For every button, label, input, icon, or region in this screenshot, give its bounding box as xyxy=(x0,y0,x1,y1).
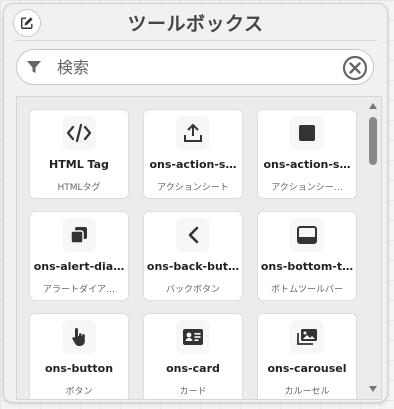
upload-icon xyxy=(184,124,202,142)
search-input[interactable] xyxy=(57,56,337,78)
component-label: アクションシート xyxy=(157,183,229,193)
vertical-scrollbar[interactable] xyxy=(368,97,379,399)
copy-icon xyxy=(70,227,87,244)
component-card-ons-action-sheet[interactable]: ons-action-s… アクションシート xyxy=(143,109,243,199)
icon-tile xyxy=(62,116,96,150)
icon-tile xyxy=(290,320,324,354)
icon-tile xyxy=(290,218,324,252)
component-name: HTML Tag xyxy=(49,158,109,171)
component-label: アラートダイア… xyxy=(42,285,115,295)
search-bar xyxy=(16,49,374,85)
scroll-down-arrow[interactable] xyxy=(369,386,377,392)
component-name: ons-card xyxy=(166,362,220,375)
component-card-ons-action-sheet-button[interactable]: ons-action-s… アクションシー… xyxy=(257,109,357,199)
icon-tile xyxy=(176,116,210,150)
code-icon xyxy=(67,123,91,143)
icon-tile xyxy=(62,218,96,252)
component-label: カード xyxy=(179,387,207,397)
component-label: アクションシー… xyxy=(271,183,343,193)
component-card-ons-bottom-toolbar[interactable]: ons-bottom-t… ボトムツールバー xyxy=(257,211,357,301)
component-list: HTML Tag HTMLタグ ons-action-s… アクションシート o… xyxy=(16,96,382,400)
icon-tile xyxy=(176,218,210,252)
scroll-thumb[interactable] xyxy=(369,117,377,165)
component-card-ons-card[interactable]: ons-card カード xyxy=(143,313,243,399)
toolbox-panel: ツールボックス HTML Tag HTMLタグ xyxy=(3,3,388,403)
square-icon xyxy=(299,125,315,141)
pointer-hand-icon xyxy=(72,328,85,346)
icon-tile xyxy=(62,320,96,354)
clear-search-icon[interactable] xyxy=(342,55,368,81)
component-name: ons-action-s… xyxy=(149,158,237,171)
component-label: HTMLタグ xyxy=(57,183,101,193)
component-card-ons-back-button[interactable]: ons-back-but… バックボタン xyxy=(143,211,243,301)
component-name: ons-button xyxy=(44,362,114,375)
scroll-up-arrow[interactable] xyxy=(369,103,377,109)
component-name: ons-bottom-t… xyxy=(260,260,354,273)
component-label: バックボタン xyxy=(165,285,220,295)
component-name: ons-back-but… xyxy=(146,260,240,273)
icon-tile xyxy=(176,320,210,354)
header-divider xyxy=(14,40,377,41)
component-name: ons-action-s… xyxy=(263,158,351,171)
page-title: ツールボックス xyxy=(127,13,264,35)
component-label: カルーセル xyxy=(284,387,330,397)
images-icon xyxy=(297,329,317,345)
id-card-icon xyxy=(183,329,203,345)
component-label: ボトムツールバー xyxy=(270,285,343,295)
component-card-ons-button[interactable]: ons-button ボタン xyxy=(29,313,129,399)
component-name: ons-carousel xyxy=(267,362,347,375)
component-name: ons-alert-dia… xyxy=(33,260,125,273)
component-card-html-tag[interactable]: HTML Tag HTMLタグ xyxy=(29,109,129,199)
toolbox-header: ツールボックス xyxy=(4,4,387,40)
filter-icon xyxy=(27,61,41,73)
component-card-ons-carousel[interactable]: ons-carousel カルーセル xyxy=(257,313,357,399)
icon-tile xyxy=(290,116,324,150)
component-card-ons-alert-dialog[interactable]: ons-alert-dia… アラートダイア… xyxy=(29,211,129,301)
chevron-left-icon xyxy=(188,226,199,244)
bottom-toolbar-icon xyxy=(297,226,317,244)
component-label: ボタン xyxy=(65,387,93,397)
